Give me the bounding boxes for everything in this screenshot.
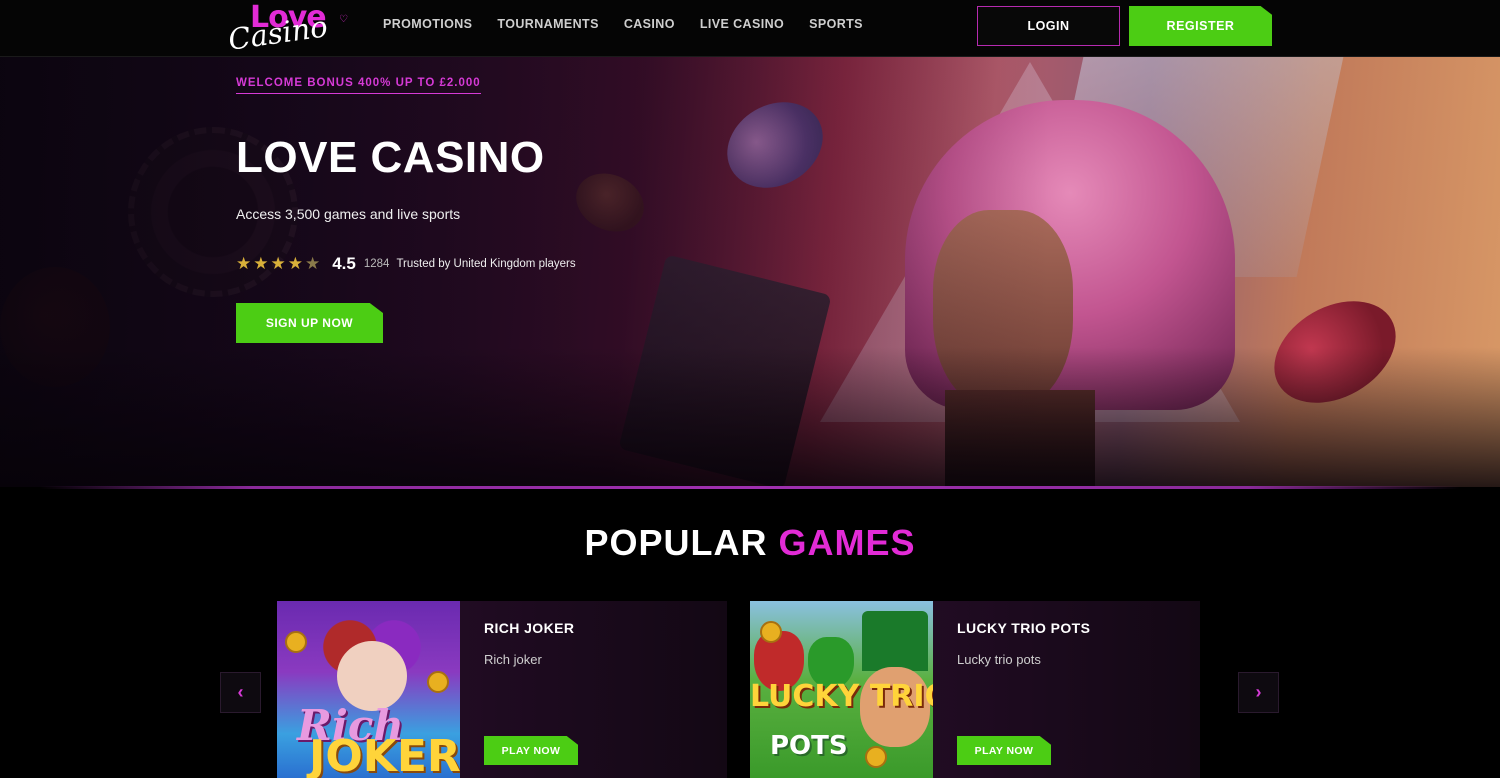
thumbnail-text: POTS [770,731,848,761]
trust-text: Trusted by United Kingdom players [396,258,576,270]
coin-icon [427,671,449,693]
thumbnail-text: LUCKY TRIO [750,679,933,714]
partial-star: ★ [304,254,323,273]
hero-subtitle: Access 3,500 games and live sports [236,206,461,222]
game-description: Lucky trio pots [957,652,1041,667]
carousel-prev-button[interactable]: ‹ [220,672,261,713]
game-description: Rich joker [484,652,542,667]
nav-casino[interactable]: CASINO [624,17,675,31]
main-nav: PROMOTIONS TOURNAMENTS CASINO LIVE CASIN… [383,17,888,31]
game-thumbnail[interactable]: Rich JOKER [277,601,460,778]
game-title: LUCKY TRIO POTS [957,620,1091,636]
game-thumbnail[interactable]: LUCKY TRIO POTS [750,601,933,778]
nav-promotions[interactable]: PROMOTIONS [383,17,472,31]
heading-part-popular: POPULAR [584,522,768,563]
star-rating-icon: ★★★★★ [236,254,322,274]
carousel-next-button[interactable]: › [1238,672,1279,713]
coin-icon [760,621,782,643]
coin-icon [865,746,887,768]
game-title: RICH JOKER [484,620,575,636]
rating-score: 4.5 [332,254,356,273]
chevron-right-icon: › [1255,682,1262,702]
hero-title: LOVE CASINO [236,133,545,182]
welcome-bonus-link[interactable]: WELCOME BONUS 400% UP TO £2.000 [236,77,481,94]
heart-icon: ♡ [339,14,348,25]
hero-banner [0,57,1500,487]
love-casino-logo[interactable]: Love Casino ♡ [226,0,350,57]
popular-games-heading: POPULAR GAMES [0,522,1500,564]
register-button[interactable]: REGISTER [1129,6,1272,46]
section-divider [40,486,1460,489]
site-header: Love Casino ♡ PROMOTIONS TOURNAMENTS CAS… [0,0,1500,57]
heading-part-games: GAMES [778,522,916,563]
hero-bottom-fade [0,347,1500,487]
thumbnail-text: JOKER [309,731,460,778]
play-now-button[interactable]: PLAY NOW [957,736,1051,765]
play-now-button[interactable]: PLAY NOW [484,736,578,765]
leprechaun-hat-shape [862,611,928,671]
nav-tournaments[interactable]: TOURNAMENTS [497,17,598,31]
sign-up-button[interactable]: SIGN UP NOW [236,303,383,343]
rating-row: ★★★★★ 4.5 1284 Trusted by United Kingdom… [236,254,576,274]
coin-icon [285,631,307,653]
nav-live-casino[interactable]: LIVE CASINO [700,17,784,31]
chevron-left-icon: ‹ [237,682,244,702]
logo-text-casino: Casino [226,9,330,57]
game-card: LUCKY TRIO POTS LUCKY TRIO POTS Lucky tr… [750,601,1200,778]
nav-sports[interactable]: SPORTS [809,17,863,31]
game-card: Rich JOKER RICH JOKER Rich joker PLAY NO… [277,601,727,778]
login-button[interactable]: LOGIN [977,6,1120,46]
rating-count: 1284 [363,258,390,270]
full-stars: ★★★★ [236,254,305,273]
